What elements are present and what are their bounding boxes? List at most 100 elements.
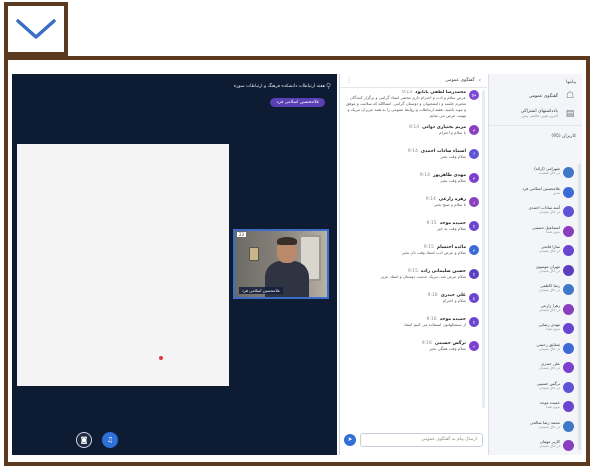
presenter-badge: غلامحسین اسلامی فرد — [270, 98, 325, 107]
user-list-item[interactable]: علی حیدری در حال شنیدن — [491, 359, 576, 379]
message-text: از سمعکهاتون استفاده می کنیم استاد — [403, 322, 466, 327]
user-settings-icon[interactable]: ⚲ — [324, 82, 333, 91]
avatar: ح — [469, 221, 479, 231]
presentation-stage: هفته ارتباطات دانشکده فرهنگ و ارتباطات س… — [12, 74, 337, 455]
wall-picture — [249, 247, 259, 261]
user-status: در حال صحبت — [539, 171, 560, 175]
user-status: در حال شنیدن — [539, 268, 560, 273]
avatar — [563, 186, 574, 198]
shared-notes-status: آخرین تغییر: دقایقی پیش — [521, 114, 558, 118]
webcam-name-tag: غلامحسین اسلامی فرد — [239, 287, 283, 294]
user-list-item[interactable]: زهرا زارعی در حال شنیدن — [491, 301, 576, 321]
message-text: سلام عرض شد. تبریک خدمت دوستان و استاد ع… — [380, 274, 466, 279]
user-list-item[interactable]: اسماعیل حسینی بدون صدا — [491, 223, 576, 243]
webcam-video[interactable]: 23 غلامحسین اسلامی فرد — [233, 229, 329, 299]
avatar — [563, 401, 574, 412]
avatar: ن — [469, 341, 479, 351]
user-list-item[interactable]: محمد رضا صالحی در حال شنیدن — [491, 418, 576, 438]
close-chat-icon[interactable]: ‹ — [479, 77, 481, 84]
notes-icon: ▤ — [565, 109, 575, 119]
chat-bubble-icon: ☖ — [565, 91, 575, 101]
message-text: سلام وقت به خیر — [437, 226, 466, 231]
chat-message: ح حسین سلیمانی زاده9:15 سلام عرض شد. تبریک… — [344, 269, 479, 287]
user-status: بدون صدا — [546, 229, 560, 234]
user-status: در حال شنیدن — [539, 444, 560, 448]
user-list-item[interactable]: نرگس حسینی در حال شنیدن — [491, 379, 576, 399]
user-list-item[interactable]: مهران موسوی در حال شنیدن — [491, 262, 576, 282]
sidebar-item-shared-notes[interactable]: یادداشتهای اشتراکی آخرین تغییر: دقایقی پ… — [489, 105, 582, 123]
avatar — [563, 342, 574, 354]
chat-message: م مائده احتشام9:15 سلام و عرض ادب استاد وق… — [344, 245, 479, 263]
message-text: سلام و عرض ادب استاد وقت تان بخیر — [402, 250, 466, 255]
message-text: سلام وقت همگی بخیر — [429, 346, 466, 351]
user-list-item[interactable]: غلامحسین اسلامی فرد مدیر — [491, 184, 576, 204]
user-status: بدون صدا — [546, 405, 560, 409]
chat-options-icon[interactable]: ⋮ — [346, 77, 352, 84]
avatar: م — [469, 245, 479, 255]
user-list-item[interactable]: آمنه سادات احمدی در حال شنیدن — [491, 203, 576, 223]
avatar: ح — [469, 317, 479, 327]
user-list-item[interactable]: حمیده موحد بدون صدا — [491, 398, 576, 418]
message-text: با سلام و صبح بخیر — [434, 202, 466, 207]
chat-message-list[interactable]: مح محمدرضا لطفی بابایود9:13 عرض سلام و ادب… — [344, 90, 479, 408]
user-list-item[interactable]: شهرامی (ارائه) در حال صحبت — [491, 164, 576, 184]
whiteboard-slide[interactable] — [17, 144, 229, 386]
chat-message: ن نرگس حسینی9:16 سلام وقت همگی بخیر — [344, 341, 479, 359]
message-time: 9:14 — [407, 149, 418, 154]
user-list[interactable]: شهرامی (ارائه) در حال صحبت غلامحسین اسلامی… — [491, 164, 576, 453]
chat-message: م مهدی طاهرپور9:14 سلام وقت بخیر — [344, 173, 479, 191]
camera-toggle-button[interactable]: ◙ — [76, 432, 92, 448]
user-status: در حال شنیدن — [539, 288, 560, 292]
meeting-title: هفته ارتباطات دانشکده فرهنگ و ارتباطات س… — [233, 84, 325, 89]
message-text: سلام و احترام — [442, 298, 466, 303]
send-message-button[interactable]: ➤ — [344, 434, 356, 446]
user-list-item[interactable]: سارا فاتحی در حال شنیدن — [491, 242, 576, 262]
user-sidebar: پیامها گفتگوی عمومی ☖ یادداشتهای اشتراکی… — [488, 74, 582, 455]
chat-message: ا اسماء سادات احمدی9:14 سلام وقت بخیر — [344, 149, 479, 167]
laser-pointer-dot — [159, 356, 163, 360]
avatar — [563, 420, 574, 432]
message-time: 9:15 — [426, 221, 437, 226]
user-status: بدون صدا — [546, 327, 560, 331]
avatar: م — [469, 125, 479, 135]
message-time: 9:14 — [419, 173, 430, 178]
avatar — [563, 284, 574, 295]
message-time: 9:16 — [427, 293, 438, 298]
chat-message: ز زهره زارعی9:14 با سلام و صبح بخیر — [344, 197, 479, 215]
avatar — [563, 440, 574, 451]
sidebar-item-label: گفتگوی عمومی — [528, 93, 558, 99]
collapse-toggle-button[interactable] — [4, 2, 68, 56]
chat-message: ح حمیده موحد9:16 از سمعکهاتون استفاده می ک… — [344, 317, 479, 335]
messages-heading: پیامها — [566, 80, 576, 85]
avatar: ا — [469, 149, 479, 159]
avatar — [563, 167, 574, 178]
message-text: سلام وقت بخیر — [440, 154, 466, 159]
avatar — [563, 245, 574, 256]
chat-message: م مریم بختیاری دوانی9:14 با سلام و احترام — [344, 125, 479, 143]
user-status: در حال شنیدن — [539, 366, 560, 370]
user-status: در حال شنیدن — [539, 249, 560, 253]
chat-title: گفتگوی عمومی — [445, 78, 475, 83]
user-status: در حال شنیدن — [539, 385, 560, 390]
user-list-scrollbar[interactable] — [578, 164, 581, 450]
avatar: ع — [469, 293, 479, 303]
audio-toggle-button[interactable]: ♫ — [102, 432, 118, 448]
user-list-item[interactable]: کاربر مهمان در حال شنیدن — [491, 437, 576, 453]
avatar: ز — [469, 197, 479, 207]
sidebar-item-public-chat[interactable]: گفتگوی عمومی ☖ — [489, 87, 582, 105]
headphones-icon: ♫ — [106, 436, 114, 444]
user-list-item[interactable]: مهدی رضایی بدون صدا — [491, 320, 576, 340]
user-list-item[interactable]: رضا کاظمی در حال شنیدن — [491, 281, 576, 301]
message-text: عرض سلام و ادب و احترام دارم محضر استاد … — [346, 95, 466, 118]
avatar: مح — [469, 90, 479, 100]
chat-scrollbar[interactable] — [482, 90, 485, 408]
user-list-item[interactable]: شقایق رحیمی در حال شنیدن — [491, 340, 576, 360]
chat-message: ح حمیده موحد9:15 سلام وقت به خیر — [344, 221, 479, 239]
user-status: در حال شنیدن — [539, 346, 560, 351]
user-status: مدیر — [553, 190, 560, 195]
avatar: م — [469, 173, 479, 183]
user-status: در حال شنیدن — [539, 307, 560, 312]
avatar: ح — [469, 269, 479, 279]
chat-message-input[interactable]: ارسال پیام به گفتگوی عمومی — [360, 433, 483, 447]
chat-message: مح محمدرضا لطفی بابایود9:13 عرض سلام و ادب… — [344, 90, 479, 119]
